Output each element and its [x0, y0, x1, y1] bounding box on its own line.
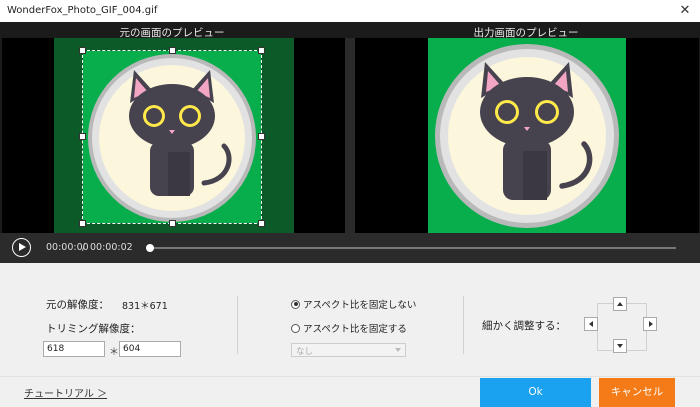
crop-settings-panel: 元の解像度： 831＊671 トリミング解像度： ＊ アスペクト比を固定しない … [0, 263, 700, 376]
aspect-locked-option[interactable]: アスペクト比を固定する [291, 321, 407, 335]
aspect-unlocked-label: アスペクト比を固定しない [303, 300, 417, 311]
ok-button[interactable]: Ok [480, 378, 591, 407]
time-separator: / [82, 242, 86, 253]
crop-handle-top-left[interactable] [79, 47, 86, 54]
output-preview [355, 38, 699, 233]
aspect-ratio-select-value: なし [296, 347, 314, 357]
nudge-down-icon[interactable] [613, 339, 627, 353]
fine-adjust-label: 細かく調整する： [482, 320, 566, 332]
crop-width-input[interactable] [43, 341, 105, 357]
settings-divider-right [463, 296, 464, 354]
aspect-locked-radio[interactable] [291, 323, 300, 333]
window-title: WonderFox_Photo_GIF_004.gif [7, 5, 158, 16]
aspect-unlocked-option[interactable]: アスペクト比を固定しない [291, 297, 416, 311]
seek-handle[interactable] [146, 244, 154, 252]
seek-bar[interactable] [150, 247, 676, 249]
original-resolution-value: 831＊671 [122, 301, 168, 312]
nudge-left-icon[interactable] [584, 317, 598, 331]
tutorial-link[interactable]: チュートリアル ＞ [24, 385, 107, 400]
crop-height-input[interactable] [119, 341, 181, 357]
crop-handle-left[interactable] [79, 133, 86, 140]
preview-area: 元の画面のプレビュー 出力画面のプレビュー [0, 22, 700, 233]
title-bar: WonderFox_Photo_GIF_004.gif ✕ [0, 0, 700, 22]
aspect-ratio-select[interactable]: なし [291, 343, 406, 357]
aspect-locked-label: アスペクト比を固定する [303, 324, 407, 335]
chevron-down-icon [395, 348, 401, 352]
preview-divider [345, 38, 355, 233]
settings-divider-left [237, 296, 238, 354]
crop-resolution-label: トリミング解像度： [46, 323, 141, 335]
output-image [428, 38, 626, 233]
close-icon[interactable]: ✕ [676, 2, 694, 20]
nudge-right-icon[interactable] [643, 317, 657, 331]
crop-handle-top[interactable] [169, 47, 176, 54]
crop-handle-right[interactable] [258, 133, 265, 140]
crop-handle-bottom-right[interactable] [258, 220, 265, 227]
play-icon[interactable] [12, 238, 31, 257]
crop-handle-top-right[interactable] [258, 47, 265, 54]
crop-handle-bottom-left[interactable] [79, 220, 86, 227]
original-resolution-label: 元の解像度： [46, 299, 109, 311]
nudge-up-icon[interactable] [613, 297, 627, 311]
playback-controls: 00:00:00 / 00:00:02 [0, 233, 700, 263]
crop-times-symbol: ＊ [109, 347, 119, 358]
crop-selection-box[interactable] [79, 47, 265, 227]
cancel-button[interactable]: キャンセル [599, 378, 675, 407]
duration: 00:00:02 [90, 242, 133, 253]
source-preview [2, 38, 345, 233]
aspect-unlocked-radio[interactable] [291, 299, 300, 309]
footer: チュートリアル ＞ Ok キャンセル [0, 376, 700, 407]
crop-handle-bottom[interactable] [169, 220, 176, 227]
